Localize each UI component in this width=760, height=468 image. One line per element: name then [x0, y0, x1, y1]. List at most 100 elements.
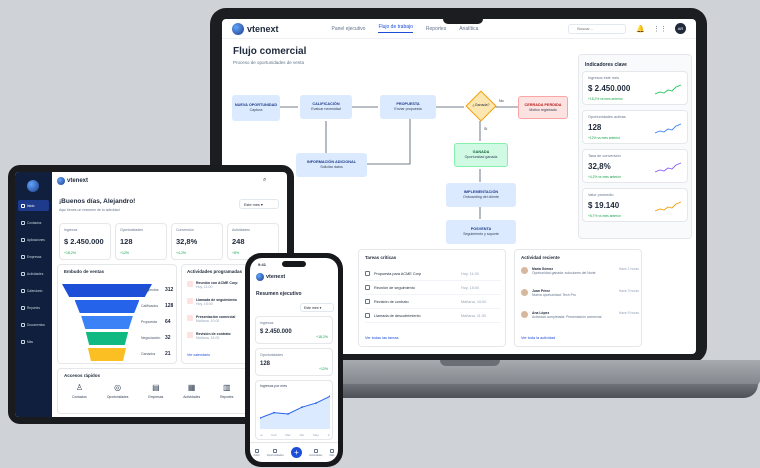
quick-label: Empresas — [148, 395, 164, 399]
node-posventa[interactable]: POSVENTA Seguimiento y soporte — [446, 220, 516, 244]
activity-row[interactable]: Juan Pérez Nueva oportunidad: Tech Pro Hac… — [521, 289, 639, 311]
funnel-stage-value: 312 — [165, 287, 174, 293]
node-nueva-oportunidad[interactable]: NUEVA OPORTUNIDAD Captura — [232, 95, 280, 121]
node-implementacion[interactable]: IMPLEMENTACIÓN Onboarding del cliente — [446, 183, 516, 207]
sidebar-icon — [21, 339, 25, 344]
sidebar-icon — [21, 288, 25, 293]
quick-label: Reportes — [220, 395, 234, 399]
task-row[interactable]: Revisión de contrato Mañana, 10:00 — [365, 295, 501, 309]
tab-icon — [329, 448, 334, 453]
sidebar-item-más[interactable]: Más — [18, 336, 49, 347]
avatar — [521, 267, 528, 274]
sidebar-item-contactos[interactable]: Contactos — [18, 217, 49, 228]
avatar — [521, 311, 528, 318]
kpi-card: Valor promedio $ 19.140 +6,7% vs mes anter… — [582, 188, 688, 222]
funnel-stage[interactable] — [81, 316, 133, 329]
task-row[interactable]: Reunión de seguimiento Hoy, 15:00 — [365, 281, 501, 295]
add-button[interactable]: + — [290, 447, 302, 458]
dynamic-island — [282, 261, 306, 267]
kpi-value: 128 — [120, 237, 133, 246]
chart-title: Ingresos por mes — [260, 384, 288, 388]
node-informacion-adicional[interactable]: INFORMACIÓN ADICIONAL Solicitar datos — [296, 153, 367, 177]
task-name: Propuesta para ACME Corp — [374, 271, 422, 276]
tablet-kpi-card: Ingresos $ 2.450.000 +18,2% — [59, 223, 111, 260]
oportunidades-icon: ◎ — [114, 383, 122, 392]
sidebar-item-documentos[interactable]: Documentos — [18, 319, 49, 330]
activity-row[interactable]: María Gómez Oportunidad ganada: solucione… — [521, 267, 639, 289]
avatar[interactable]: AR — [675, 23, 686, 34]
tab-3[interactable]: Actividades — [309, 448, 322, 457]
scheduled-time: Mañana, 14:00 — [196, 336, 220, 340]
task-icon — [365, 299, 370, 304]
task-row[interactable]: Propuesta para ACME Corp Hoy, 11:00 — [365, 267, 501, 281]
kpi-label: Valor promedio — [588, 193, 614, 197]
calendar-link[interactable]: Ver calendario — [187, 353, 210, 357]
sidebar-icon — [21, 203, 25, 208]
node-ganada[interactable]: GANADA Oportunidad ganada — [454, 143, 508, 167]
sidebar-item-inicio[interactable]: Inicio — [18, 200, 49, 211]
quick-empresas[interactable]: ▤ Empresas — [148, 383, 163, 399]
search-icon[interactable]: ⌕ — [263, 177, 266, 184]
tab-4[interactable]: Más — [329, 448, 334, 457]
x-tick-label: Feb — [271, 433, 277, 437]
revenue-chart: Ene Feb Mar Abr May Jun — [260, 395, 330, 437]
bell-icon[interactable]: 🔔 — [636, 25, 645, 33]
tab-0[interactable]: Inicio — [253, 448, 260, 457]
funnel-stage-value: 128 — [165, 303, 174, 309]
kpi-value: $ 2.450.000 — [588, 84, 631, 93]
node-propuesta[interactable]: PROPUESTA Enviar propuesta — [380, 95, 436, 119]
vtenext-logo-icon — [57, 177, 65, 185]
calendar-icon — [187, 298, 193, 304]
kpi-label: Oportunidades activas — [588, 115, 626, 119]
period-select[interactable]: Este mes ▾ — [239, 199, 279, 209]
sidebar-item-label: Reportes — [27, 305, 40, 310]
kpi-value: $ 19.140 — [588, 201, 620, 210]
quick-contactos[interactable]: ♙ Contactos — [72, 383, 87, 399]
greeting-sub: Aquí tienes un resumen de tu actividad — [59, 208, 120, 212]
tab-1[interactable]: Oportunidades — [267, 448, 284, 457]
apps-grid-icon[interactable]: ⋮⋮ — [653, 25, 667, 33]
activity-desc: Nueva oportunidad: Tech Pro — [532, 293, 576, 297]
activity-title: Actividad reciente — [521, 255, 560, 260]
task-date: Mañana, 11:30 — [461, 313, 487, 318]
activity-card: Actividad reciente María Gómez Oportunida… — [514, 249, 642, 347]
sidebar-item-reportes[interactable]: Reportes — [18, 302, 49, 313]
sidebar-item-aplicaciones[interactable]: Aplicaciones — [18, 234, 49, 245]
tablet-kpi-card: Oportunidades 128 +12% — [115, 223, 167, 260]
kpi-sparkline — [655, 162, 681, 173]
activity-time: Hace 2 horas — [618, 267, 639, 271]
tasks-link[interactable]: Ver todas las tareas — [365, 336, 399, 340]
kpi-change: +4,2% vs mes anterior — [588, 175, 621, 179]
scheduled-time: Hoy, 15:00 — [196, 302, 213, 306]
decision-si-label: Sí — [484, 127, 488, 131]
tab-label: Inicio — [253, 453, 260, 457]
scheduled-body: Reunión con ACME Corp Hoy, 11:00 — [196, 281, 237, 298]
phone-period-select[interactable]: Este mes ▾ — [300, 303, 334, 312]
funnel-title: Embudo de ventas — [64, 269, 105, 274]
funnel-stage[interactable] — [62, 284, 152, 297]
sidebar-item-empresas[interactable]: Empresas — [18, 251, 49, 262]
kpi-label: Ingresos — [64, 228, 78, 232]
funnel-stage[interactable] — [87, 348, 127, 361]
funnel-stage[interactable] — [74, 300, 140, 313]
node-calificacion[interactable]: CALIFICACIÓN Evaluar necesidad — [300, 95, 352, 119]
sidebar-item-calendario[interactable]: Calendario — [18, 285, 49, 296]
funnel-stage[interactable] — [85, 332, 129, 345]
revenue-point — [287, 413, 289, 415]
kpi-card: Oportunidades activas 128 +12% vs mes ante… — [582, 110, 688, 144]
quick-reportes[interactable]: ▥ Reportes — [220, 383, 233, 399]
node-cerrada-perdida[interactable]: CERRADA PERDIDA Motivo registrado — [518, 96, 568, 119]
sidebar-item-actividades[interactable]: Actividades — [18, 268, 49, 279]
sidebar-item-label: Actividades — [27, 271, 44, 276]
quick-actividades[interactable]: ▦ Actividades — [183, 383, 200, 399]
scheduled-title: Actividades programadas — [187, 269, 243, 274]
kpi-label: Tasa de conversión — [588, 154, 621, 158]
activity-link[interactable]: Ver toda la actividad — [521, 336, 555, 340]
quick-oportunidades[interactable]: ◎ Oportunidades — [107, 383, 129, 399]
quick-label: Oportunidades — [106, 395, 129, 399]
activity-row[interactable]: Ana López Actividad completada: Presentac… — [521, 311, 639, 333]
reportes-icon: ▥ — [222, 383, 231, 392]
activity-desc: Actividad completada: Presentación comer… — [532, 315, 602, 319]
task-row[interactable]: Llamada de descubrimiento Mañana, 11:30 — [365, 309, 501, 323]
revenue-point — [273, 411, 275, 414]
